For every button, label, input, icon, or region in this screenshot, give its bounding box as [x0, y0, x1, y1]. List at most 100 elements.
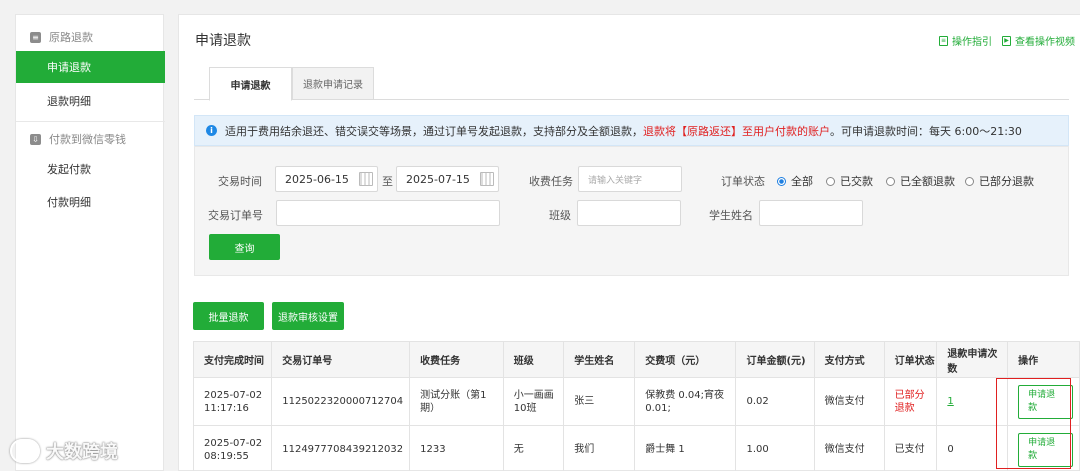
- document-icon: ≡: [939, 35, 948, 46]
- cell-pay-method: 微信支付: [813, 425, 885, 471]
- trade-time-label: 交易时间: [218, 175, 262, 188]
- sidebar-group-refund: ≡ 原路退款: [16, 21, 165, 53]
- status-radio-full-refund[interactable]: 已全额退款: [886, 173, 955, 189]
- sidebar-item-label: 退款明细: [47, 95, 91, 108]
- sidebar-group-wechat-pay: ⇩ 付款到微信零钱: [16, 123, 165, 155]
- col-header: 学生姓名: [563, 341, 636, 378]
- info-notice: i 适用于费用结余退还、错交误交等场景，通过订单号发起退款，支持部分及全额退款，…: [194, 115, 1069, 146]
- date-from-input[interactable]: 2025-06-15: [275, 166, 378, 192]
- task-input[interactable]: 请输入关键字: [578, 166, 682, 192]
- refund-review-settings-button[interactable]: 退款审核设置: [272, 302, 344, 330]
- cell-amount: 0.02: [735, 377, 815, 426]
- watermark-logo-icon: [10, 439, 40, 463]
- sidebar-item-initiate-payment[interactable]: 发起付款: [16, 153, 165, 185]
- highlight-box: [996, 378, 1071, 469]
- cell-task: 1233: [409, 425, 504, 471]
- sidebar-group-label: 原路退款: [49, 31, 93, 44]
- sidebar-item-label: 发起付款: [47, 163, 91, 176]
- cell-order: 1125022320000712704: [271, 377, 411, 426]
- watermark: 大数跨境: [10, 438, 118, 464]
- col-header: 退款申请次数: [936, 341, 1009, 378]
- video-link[interactable]: ▶ 查看操作视频: [1002, 33, 1075, 48]
- page-title: 申请退款: [195, 33, 251, 49]
- radio-label: 已交款: [840, 175, 873, 188]
- date-separator: 至: [382, 175, 393, 188]
- cell-class: 小一画画10班: [502, 377, 565, 426]
- col-header: 班级: [502, 341, 565, 378]
- sidebar-item-apply-refund[interactable]: 申请退款: [16, 51, 165, 83]
- watermark-text: 大数跨境: [46, 442, 118, 463]
- status-label: 订单状态: [721, 175, 765, 188]
- cell-time: 2025-07-02 11:17:16: [192, 377, 273, 426]
- col-header: 订单金额(元): [735, 341, 815, 378]
- batch-refund-button[interactable]: 批量退款: [193, 302, 264, 330]
- sidebar-item-label: 付款明细: [47, 196, 91, 209]
- cell-items: 保教费 0.04;宵夜 0.01;: [634, 377, 737, 426]
- radio-icon: [826, 176, 835, 186]
- tab-apply-refund[interactable]: 申请退款: [209, 67, 292, 101]
- video-link-label: 查看操作视频: [1015, 37, 1075, 48]
- sidebar-item-payment-details[interactable]: 付款明细: [16, 186, 165, 218]
- notice-highlight: 退款将【原路返还】至用户付款的账户: [643, 124, 830, 138]
- tab-bar: 申请退款 退款申请记录: [194, 67, 1069, 101]
- col-header: 交费项（元）: [634, 341, 737, 378]
- cell-time: 2025-07-02 08:19:55: [192, 425, 273, 471]
- col-header: 支付完成时间: [192, 341, 273, 378]
- table-row: 2025-07-02 08:19:55 1124977708439212032 …: [192, 425, 1080, 471]
- cell-task: 测试分账（第1期）: [409, 377, 504, 426]
- order-input[interactable]: [276, 200, 500, 226]
- radio-selected-icon: [777, 176, 786, 186]
- table-header-row: 支付完成时间 交易订单号 收费任务 班级 学生姓名 交费项（元） 订单金额(元)…: [192, 341, 1080, 378]
- date-to-input[interactable]: 2025-07-15: [396, 166, 499, 192]
- notice-text: 适用于费用结余退还、错交误交等场景，通过订单号发起退款，支持部分及全额退款，退款…: [225, 123, 1022, 139]
- cell-status: 已支付: [883, 425, 938, 471]
- tab-refund-records[interactable]: 退款申请记录: [292, 67, 374, 100]
- cell-status: 已部分退款: [883, 377, 938, 426]
- task-placeholder: 请输入关键字: [588, 175, 643, 186]
- cell-amount: 1.00: [735, 425, 815, 471]
- guide-link[interactable]: ≡ 操作指引: [939, 33, 992, 48]
- radio-icon: [886, 176, 895, 186]
- sidebar-item-label: 申请退款: [47, 61, 91, 74]
- cell-student: 我们: [563, 425, 636, 471]
- status-radio-partial-refund[interactable]: 已部分退款: [965, 173, 1034, 189]
- status-radio-all[interactable]: 全部: [777, 173, 813, 189]
- status-radio-paid[interactable]: 已交款: [826, 173, 873, 189]
- guide-link-label: 操作指引: [952, 37, 992, 48]
- cell-student: 张三: [563, 377, 636, 426]
- col-header: 交易订单号: [271, 341, 411, 378]
- radio-label: 已全额退款: [900, 175, 955, 188]
- class-label: 班级: [549, 209, 571, 222]
- order-label: 交易订单号: [208, 209, 263, 222]
- student-input[interactable]: [759, 200, 863, 226]
- table-row: 2025-07-02 11:17:16 1125022320000712704 …: [192, 377, 1080, 426]
- task-label: 收费任务: [529, 175, 573, 188]
- info-icon: i: [206, 125, 217, 136]
- refund-table: 支付完成时间 交易订单号 收费任务 班级 学生姓名 交费项（元） 订单金额(元)…: [192, 341, 1080, 471]
- radio-label: 全部: [791, 175, 813, 188]
- col-header: 操作: [1007, 341, 1080, 378]
- cell-items: 爵士舞 1: [634, 425, 737, 471]
- col-header: 订单状态: [883, 341, 938, 378]
- student-label: 学生姓名: [709, 209, 753, 222]
- cell-class: 无: [502, 425, 565, 471]
- query-button[interactable]: 查询: [209, 234, 280, 260]
- download-icon: ⇩: [30, 133, 41, 145]
- play-icon: ▶: [1002, 35, 1011, 46]
- col-header: 收费任务: [409, 341, 504, 378]
- cell-order: 1124977708439212032: [271, 425, 411, 471]
- calendar-icon: [359, 172, 373, 186]
- notice-text-part3: 。可申请退款时间：每天 6:00～21:30: [830, 124, 1022, 138]
- sidebar-divider: [16, 121, 165, 122]
- radio-label: 已部分退款: [979, 175, 1034, 188]
- sidebar-item-refund-details[interactable]: 退款明细: [16, 85, 165, 117]
- sidebar-group-label: 付款到微信零钱: [49, 133, 126, 146]
- refund-group-icon: ≡: [30, 31, 41, 43]
- radio-icon: [965, 176, 974, 186]
- date-to-value: 2025-07-15: [406, 172, 470, 186]
- notice-text-part1: 适用于费用结余退还、错交误交等场景，通过订单号发起退款，支持部分及全额退款，: [225, 124, 643, 138]
- class-input[interactable]: [577, 200, 681, 226]
- date-from-value: 2025-06-15: [285, 172, 349, 186]
- calendar-icon: [480, 172, 494, 186]
- cell-pay-method: 微信支付: [813, 377, 885, 426]
